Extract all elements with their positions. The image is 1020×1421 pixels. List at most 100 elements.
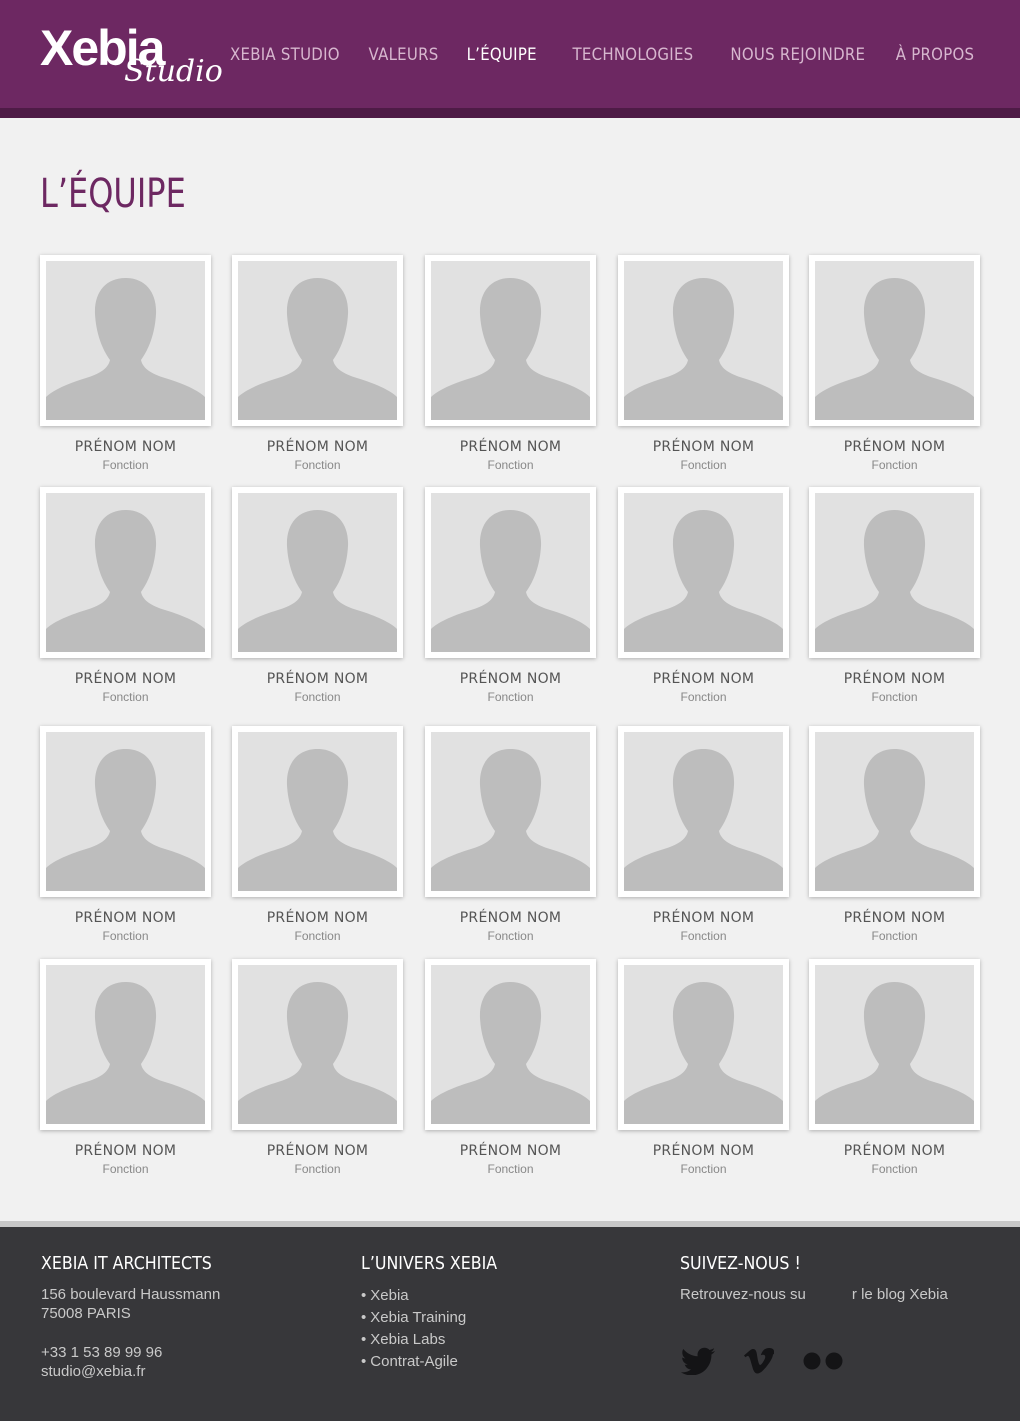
footer-contact-column: XEBIA IT ARCHITECTS 156 boulevard Haussm… <box>41 1253 235 1381</box>
vimeo-icon[interactable] <box>744 1347 775 1379</box>
member-photo[interactable] <box>618 255 789 426</box>
avatar-placeholder-icon <box>238 493 397 652</box>
team-member-card[interactable]: PRÉNOM NOM Fonction <box>232 487 403 704</box>
member-photo[interactable] <box>618 487 789 658</box>
member-name: PRÉNOM NOM <box>266 910 369 926</box>
member-photo[interactable] <box>809 487 980 658</box>
team-member-card[interactable]: PRÉNOM NOM Fonction <box>232 255 403 472</box>
avatar-placeholder-icon <box>815 732 974 891</box>
nav-link-2[interactable]: L’ÉQUIPE <box>467 42 537 70</box>
member-name: PRÉNOM NOM <box>459 439 562 455</box>
member-role: Fonction <box>487 929 534 943</box>
bullet-icon: • <box>361 1309 367 1326</box>
nav-link-0[interactable]: XEBIA STUDIO <box>230 42 340 70</box>
member-photo[interactable] <box>40 726 211 897</box>
team-member-card[interactable]: PRÉNOM NOM Fonction <box>40 255 211 472</box>
bullet-icon: • <box>361 1331 367 1348</box>
avatar-placeholder-icon <box>624 493 783 652</box>
univers-link[interactable]: Xebia Labs <box>370 1331 445 1348</box>
univers-links: • Xebia • Xebia Training • Xebia Labs • Contrat… <box>361 1285 516 1373</box>
avatar-placeholder-icon <box>238 732 397 891</box>
member-photo[interactable] <box>425 255 596 426</box>
member-name: PRÉNOM NOM <box>74 439 177 455</box>
member-name: PRÉNOM NOM <box>652 439 755 455</box>
member-photo[interactable] <box>232 255 403 426</box>
member-role: Fonction <box>294 929 341 943</box>
member-name: PRÉNOM NOM <box>266 671 369 687</box>
member-role: Fonction <box>871 929 918 943</box>
member-role: Fonction <box>487 458 534 472</box>
team-member-card[interactable]: PRÉNOM NOM Fonction <box>40 726 211 943</box>
member-photo[interactable] <box>809 959 980 1130</box>
member-name: PRÉNOM NOM <box>459 1143 562 1159</box>
team-member-card[interactable]: PRÉNOM NOM Fonction <box>618 726 789 943</box>
member-name: PRÉNOM NOM <box>843 1143 946 1159</box>
site-header: Xebia Studio XEBIA STUDIO VALEURS L’ÉQUIPE… <box>0 0 1020 118</box>
nav-link-5[interactable]: À PROPOS <box>895 42 974 70</box>
nav-link-4[interactable]: NOUS REJOINDRE <box>731 42 866 70</box>
twitter-icon[interactable] <box>680 1347 716 1380</box>
nav-link-1[interactable]: VALEURS <box>368 42 438 70</box>
main-navigation: XEBIA STUDIO VALEURS L’ÉQUIPE TECHNOLOGIES N… <box>196 42 974 70</box>
member-photo[interactable] <box>232 959 403 1130</box>
team-member-card[interactable]: PRÉNOM NOM Fonction <box>425 726 596 943</box>
blog-text-part1: Retrouvez-nous su <box>680 1286 806 1303</box>
address-line-1: 156 boulevard Haussmann <box>41 1286 221 1303</box>
univers-link[interactable]: Contrat-Agile <box>370 1353 458 1370</box>
member-photo[interactable] <box>618 726 789 897</box>
blog-text-part2: r le blog Xebia <box>851 1286 948 1303</box>
avatar-placeholder-icon <box>46 261 205 420</box>
univers-link-item[interactable]: • Contrat-Agile <box>361 1351 516 1373</box>
avatar-placeholder-icon <box>624 261 783 420</box>
team-member-card[interactable]: PRÉNOM NOM Fonction <box>40 487 211 704</box>
team-member-card[interactable]: PRÉNOM NOM Fonction <box>618 959 789 1176</box>
member-name: PRÉNOM NOM <box>652 1143 755 1159</box>
team-member-card[interactable]: PRÉNOM NOM Fonction <box>809 726 980 943</box>
team-member-card[interactable]: PRÉNOM NOM Fonction <box>425 959 596 1176</box>
team-member-card[interactable]: PRÉNOM NOM Fonction <box>809 487 980 704</box>
phone-number[interactable]: +33 1 53 89 99 96 <box>41 1343 235 1362</box>
member-photo[interactable] <box>40 487 211 658</box>
member-photo[interactable] <box>232 726 403 897</box>
team-member-card[interactable]: PRÉNOM NOM Fonction <box>232 959 403 1176</box>
footer-social-column: SUIVEZ-NOUS ! Retrouvez-nous su r le blog… <box>680 1253 980 1403</box>
member-role: Fonction <box>871 458 918 472</box>
email-link[interactable]: studio@xebia.fr <box>41 1362 235 1381</box>
member-photo[interactable] <box>809 255 980 426</box>
team-member-card[interactable]: PRÉNOM NOM Fonction <box>809 959 980 1176</box>
nav-link-3[interactable]: TECHNOLOGIES <box>572 42 693 70</box>
member-role: Fonction <box>102 458 149 472</box>
member-role: Fonction <box>294 1162 341 1176</box>
univers-link[interactable]: Xebia Training <box>370 1309 466 1326</box>
avatar-placeholder-icon <box>238 261 397 420</box>
univers-link[interactable]: Xebia <box>370 1287 408 1304</box>
team-member-card[interactable]: PRÉNOM NOM Fonction <box>425 487 596 704</box>
univers-link-item[interactable]: • Xebia <box>361 1285 516 1307</box>
team-member-card[interactable]: PRÉNOM NOM Fonction <box>232 726 403 943</box>
avatar-placeholder-icon <box>46 965 205 1124</box>
member-photo[interactable] <box>618 959 789 1130</box>
member-name: PRÉNOM NOM <box>266 1143 369 1159</box>
univers-link-item[interactable]: • Xebia Training <box>361 1307 516 1329</box>
team-member-card[interactable]: PRÉNOM NOM Fonction <box>618 255 789 472</box>
social-icons <box>680 1347 874 1380</box>
member-photo[interactable] <box>232 487 403 658</box>
member-photo[interactable] <box>40 959 211 1130</box>
team-member-card[interactable]: PRÉNOM NOM Fonction <box>425 255 596 472</box>
member-name: PRÉNOM NOM <box>74 1143 177 1159</box>
team-member-card[interactable]: PRÉNOM NOM Fonction <box>40 959 211 1176</box>
footer-contact-title: XEBIA IT ARCHITECTS <box>41 1253 212 1274</box>
team-member-card[interactable]: PRÉNOM NOM Fonction <box>809 255 980 472</box>
member-photo[interactable] <box>425 726 596 897</box>
univers-link-item[interactable]: • Xebia Labs <box>361 1329 516 1351</box>
member-photo[interactable] <box>425 487 596 658</box>
team-member-card[interactable]: PRÉNOM NOM Fonction <box>618 487 789 704</box>
flickr-icon[interactable] <box>802 1351 846 1376</box>
member-photo[interactable] <box>809 726 980 897</box>
member-photo[interactable] <box>40 255 211 426</box>
blog-text[interactable]: Retrouvez-nous su r le blog Xebia <box>680 1285 980 1304</box>
member-photo[interactable] <box>425 959 596 1130</box>
avatar-placeholder-icon <box>46 493 205 652</box>
member-role: Fonction <box>680 1162 727 1176</box>
member-role: Fonction <box>102 929 149 943</box>
